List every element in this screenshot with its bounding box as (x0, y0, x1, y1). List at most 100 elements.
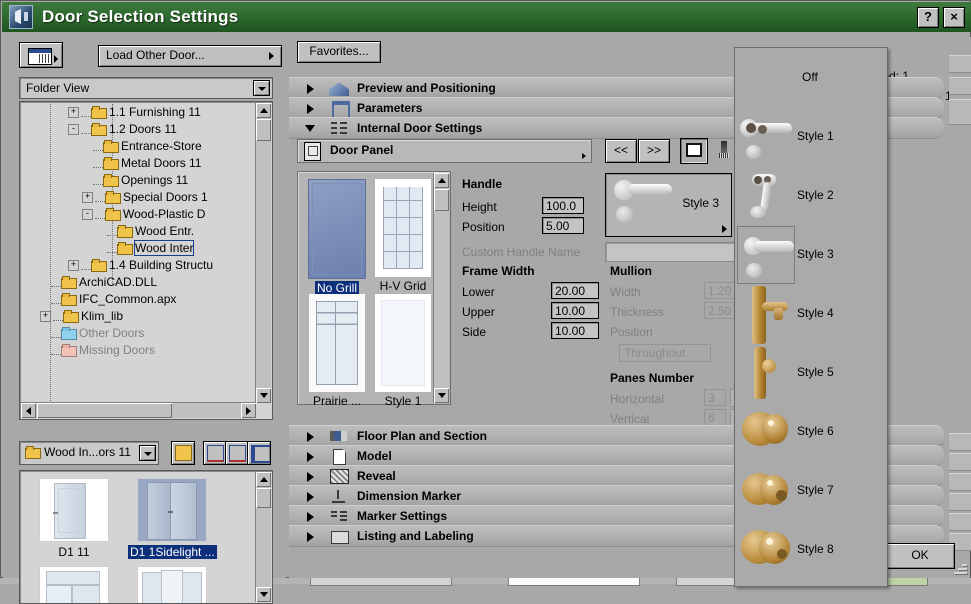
list-item[interactable]: H-V Grid (372, 179, 434, 293)
help-button[interactable]: ? (917, 7, 939, 28)
grill-thumbnail (375, 294, 431, 392)
stub-row[interactable] (949, 473, 971, 491)
list-item[interactable]: Style 1 (372, 294, 434, 408)
panes-vertical-stepper[interactable] (728, 409, 746, 427)
tree-item[interactable]: Wood Entr. (20, 223, 253, 240)
handle-keyhole-art (616, 206, 633, 223)
scroll-right-button[interactable] (241, 403, 256, 418)
handle-style-option[interactable]: Style 6 (735, 402, 887, 461)
scroll-up-button[interactable] (256, 103, 271, 118)
view-mode-arrow[interactable] (253, 80, 270, 96)
stub-row[interactable] (949, 453, 971, 471)
mullion-position-dropdown[interactable]: Throughout (619, 344, 711, 362)
tree-expander[interactable]: - (68, 124, 79, 136)
handle-height-input[interactable]: 100.0 (542, 197, 584, 214)
tree-item[interactable]: ArchiCAD.DLL (20, 274, 253, 291)
list-item[interactable] (128, 566, 216, 603)
ok-button[interactable]: OK (885, 543, 955, 569)
handle-style-picker[interactable]: Style 3 (605, 173, 732, 237)
tree-item[interactable]: + Special Doors 1 (20, 189, 253, 206)
library-folder-arrow[interactable] (139, 445, 156, 461)
handle-style-option[interactable]: Off (735, 48, 887, 107)
panel-style-scrollbar[interactable] (433, 173, 449, 403)
tree-expander[interactable]: - (82, 209, 93, 221)
tree-item[interactable]: Other Doors (20, 325, 253, 342)
handle-position-input[interactable]: 5.00 (542, 217, 584, 234)
list-item[interactable]: Prairie ... (306, 294, 368, 408)
close-button[interactable]: × (943, 7, 965, 28)
load-other-door-button[interactable]: Load Other Door... (98, 45, 282, 67)
list-item[interactable]: D1 11 (30, 478, 118, 559)
previous-page-button[interactable]: << (605, 139, 637, 163)
list-item[interactable]: D1 1Sidelight ... (128, 478, 217, 559)
view-mode-dropdown[interactable]: Folder View (19, 77, 273, 99)
listing-labeling-icon (331, 531, 349, 544)
tree-item[interactable]: +1.1 Furnishing 11 (20, 104, 253, 121)
panel-style-list[interactable]: No Grill H-V Grid Prairie ... Style 1 (297, 171, 451, 408)
list-view-button[interactable] (247, 441, 271, 465)
panes-horizontal-input[interactable]: 3 (704, 389, 726, 406)
tree-item[interactable]: Entrance-Store (20, 138, 253, 155)
stub-row[interactable] (949, 513, 971, 531)
stub-row[interactable] (949, 493, 971, 511)
resize-grip[interactable] (953, 560, 967, 574)
tree-vscrollbar[interactable] (255, 103, 271, 403)
scroll-thumb[interactable] (256, 488, 271, 508)
handle-style-flyout[interactable]: Off Style 1 Style 2 Style 3 Style 4 Style 5 St… (734, 47, 888, 587)
scroll-left-button[interactable] (21, 403, 36, 418)
scroll-down-button[interactable] (256, 388, 271, 403)
scroll-thumb[interactable] (256, 119, 271, 141)
stub-row[interactable] (949, 433, 971, 451)
tree-item[interactable]: - 1.2 Doors 11 (20, 121, 253, 138)
panes-horizontal-stepper[interactable] (728, 389, 746, 407)
tree-item[interactable]: +1.4 Building Structu (20, 257, 253, 274)
scroll-down-button[interactable] (256, 587, 271, 602)
stub-row[interactable] (949, 77, 971, 95)
chevron-right-icon (582, 153, 586, 159)
library-tree[interactable]: +1.1 Furnishing 11 - 1.2 Doors 11 Entrance-… (19, 101, 273, 420)
tree-item[interactable]: Openings 11 (20, 172, 253, 189)
tree-item[interactable]: Metal Doors 11 (20, 155, 253, 172)
tree-expander[interactable]: + (68, 107, 79, 119)
tree-item[interactable]: - Wood-Plastic D (20, 206, 253, 223)
handle-style-option[interactable]: Style 7 (735, 461, 887, 520)
small-icons-view-button[interactable] (225, 441, 249, 465)
preview-vscrollbar[interactable] (255, 472, 271, 602)
browser-layout-button[interactable] (19, 42, 63, 68)
tree-expander[interactable]: + (82, 192, 93, 204)
panes-vertical-input[interactable]: 6 (704, 409, 726, 426)
large-icons-view-button[interactable] (203, 441, 227, 465)
handle-style-option[interactable]: Style 2 (735, 166, 887, 225)
tree-item[interactable]: Missing Doors (20, 342, 253, 359)
handle-style-option[interactable]: Style 5 (735, 343, 887, 402)
scroll-down-button[interactable] (434, 388, 449, 403)
tree-hscrollbar[interactable] (21, 402, 256, 418)
next-page-button[interactable]: >> (638, 139, 670, 163)
scroll-thumb[interactable] (37, 403, 172, 418)
frame-upper-input[interactable]: 10.00 (551, 302, 599, 319)
stub-row[interactable] (949, 99, 971, 125)
handle-style-option[interactable]: Style 3 (735, 225, 887, 284)
scroll-thumb[interactable] (434, 189, 449, 211)
tree-item[interactable]: IFC_Common.apx (20, 291, 253, 308)
fit-size-button[interactable] (680, 138, 708, 164)
handle-style-option[interactable]: Style 4 (735, 284, 887, 344)
frame-lower-input[interactable]: 20.00 (551, 282, 599, 299)
tree-expander[interactable]: + (40, 311, 51, 323)
scroll-up-button[interactable] (434, 173, 449, 188)
list-item[interactable] (30, 566, 118, 603)
favorites-button[interactable]: Favorites... (297, 41, 381, 63)
folder-up-button[interactable] (171, 441, 195, 465)
handle-style-option[interactable]: Style 8 (735, 520, 887, 579)
frame-side-input[interactable]: 10.00 (551, 322, 599, 339)
tree-item[interactable]: Wood Inter (20, 240, 253, 257)
scroll-up-button[interactable] (256, 472, 271, 487)
handle-art-none (738, 50, 794, 106)
library-folder-selector[interactable]: Wood In...ors 11 (19, 441, 159, 465)
stub-row[interactable] (949, 55, 971, 73)
tree-expander[interactable]: + (68, 260, 79, 272)
handle-style-option[interactable]: Style 1 (735, 107, 887, 166)
tree-item[interactable]: + Klim_lib (20, 308, 253, 325)
list-item[interactable]: No Grill (306, 179, 368, 295)
door-panel-selector[interactable]: Door Panel (297, 139, 592, 163)
